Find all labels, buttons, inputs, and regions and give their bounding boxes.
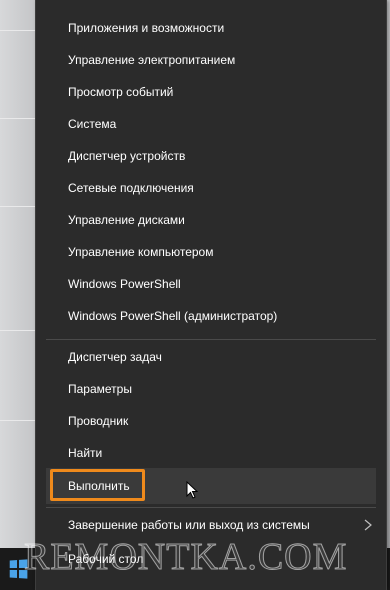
menu-item-file-explorer[interactable]: Проводник xyxy=(36,406,386,436)
start-button[interactable] xyxy=(0,548,36,590)
menu-item-desktop[interactable]: Рабочий стол xyxy=(36,544,386,574)
winx-context-menu: Приложения и возможности Управление элек… xyxy=(35,0,387,590)
menu-item-powershell-admin[interactable]: Windows PowerShell (администратор) xyxy=(36,301,386,331)
menu-item-settings[interactable]: Параметры xyxy=(36,374,386,404)
windows-logo-icon xyxy=(9,559,28,579)
menu-separator xyxy=(46,339,376,340)
mouse-cursor-icon xyxy=(186,481,198,499)
menu-item-powershell[interactable]: Windows PowerShell xyxy=(36,269,386,299)
menu-item-computer-management[interactable]: Управление компьютером xyxy=(36,237,386,267)
menu-item-network-connections[interactable]: Сетевые подключения xyxy=(36,173,386,203)
chevron-right-icon xyxy=(364,519,372,531)
run-highlight-frame xyxy=(50,469,145,501)
menu-item-system[interactable]: Система xyxy=(36,109,386,139)
menu-item-search[interactable]: Найти xyxy=(36,438,386,468)
desktop-background xyxy=(0,0,36,590)
menu-item-device-manager[interactable]: Диспетчер устройств xyxy=(36,141,386,171)
menu-item-disk-management[interactable]: Управление дисками xyxy=(36,205,386,235)
menu-separator xyxy=(46,507,376,508)
menu-item-task-manager[interactable]: Диспетчер задач xyxy=(36,342,386,372)
menu-item-shutdown-signout[interactable]: Завершение работы или выход из системы xyxy=(36,510,386,540)
menu-item-power-options[interactable]: Управление электропитанием xyxy=(36,45,386,75)
menu-item-apps-features[interactable]: Приложения и возможности xyxy=(36,13,386,43)
menu-item-event-viewer[interactable]: Просмотр событий xyxy=(36,77,386,107)
